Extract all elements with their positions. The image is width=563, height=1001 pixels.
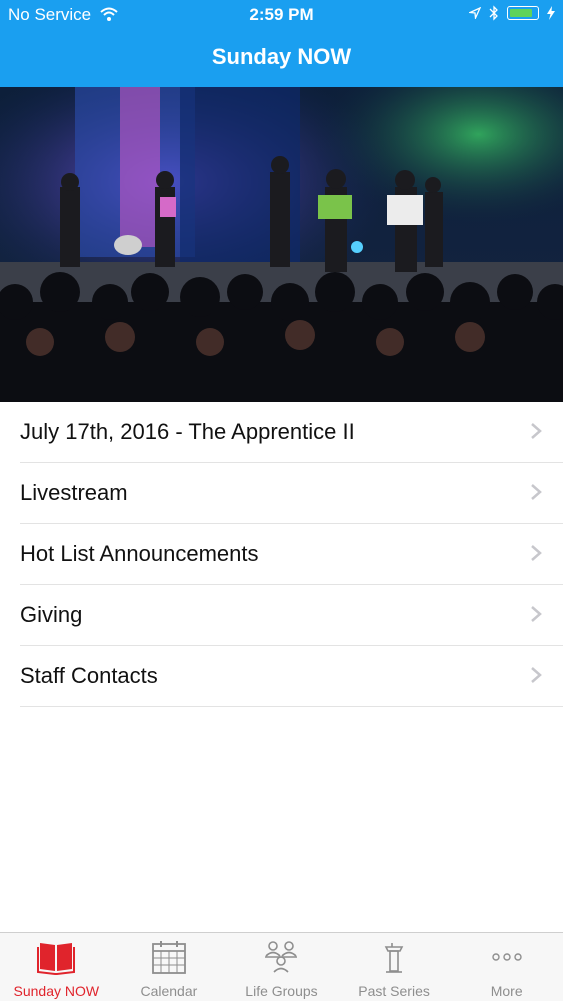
menu-item-staff-contacts[interactable]: Staff Contacts	[20, 646, 563, 707]
tab-more[interactable]: More	[450, 933, 563, 1001]
more-icon	[491, 953, 522, 961]
menu-item-label: Giving	[20, 602, 83, 627]
book-icon	[37, 943, 76, 975]
menu-item-giving[interactable]: Giving	[20, 585, 563, 646]
menu-item-livestream[interactable]: Livestream	[20, 463, 563, 524]
people-icon	[265, 941, 298, 973]
tab-label: Sunday NOW	[13, 983, 100, 999]
worship-stage-image	[0, 87, 563, 402]
tab-label: Life Groups	[245, 983, 318, 999]
menu-item-label: July 17th, 2016 - The Apprentice II	[20, 419, 355, 444]
tab-label: Past Series	[358, 983, 430, 999]
menu-item-label: Hot List Announcements	[20, 541, 259, 566]
hero-image	[0, 87, 563, 402]
menu-item-sermon[interactable]: July 17th, 2016 - The Apprentice II	[20, 402, 563, 463]
status-bar: No Service 2:59 PM	[0, 0, 563, 30]
chevron-right-icon	[531, 667, 542, 683]
app-header: No Service 2:59 PM Sunday NOW	[0, 0, 563, 87]
battery-icon	[507, 6, 539, 20]
tab-label: Calendar	[140, 983, 198, 999]
page-title: Sunday NOW	[211, 44, 352, 69]
chevron-right-icon	[531, 545, 542, 561]
chevron-right-icon	[531, 423, 542, 439]
calendar-icon	[151, 941, 186, 974]
status-right	[469, 5, 555, 21]
tab-sunday-now[interactable]: Sunday NOW	[0, 933, 113, 1001]
location-icon	[469, 7, 481, 19]
bluetooth-icon	[489, 5, 498, 21]
charging-icon	[547, 6, 555, 20]
tab-bar: Sunday NOW Calendar Life Groups Past Ser…	[0, 932, 563, 1001]
menu-item-label: Livestream	[20, 480, 128, 505]
tab-past-series[interactable]: Past Series	[338, 933, 451, 1001]
menu-list: July 17th, 2016 - The Apprentice II Live…	[0, 402, 563, 707]
tab-label: More	[490, 983, 523, 999]
menu-item-label: Staff Contacts	[20, 663, 158, 688]
tab-calendar[interactable]: Calendar	[113, 933, 226, 1001]
menu-item-hot-list[interactable]: Hot List Announcements	[20, 524, 563, 585]
chevron-right-icon	[531, 606, 542, 622]
podium-icon	[384, 943, 404, 973]
chevron-right-icon	[531, 484, 542, 500]
tab-life-groups[interactable]: Life Groups	[225, 933, 338, 1001]
